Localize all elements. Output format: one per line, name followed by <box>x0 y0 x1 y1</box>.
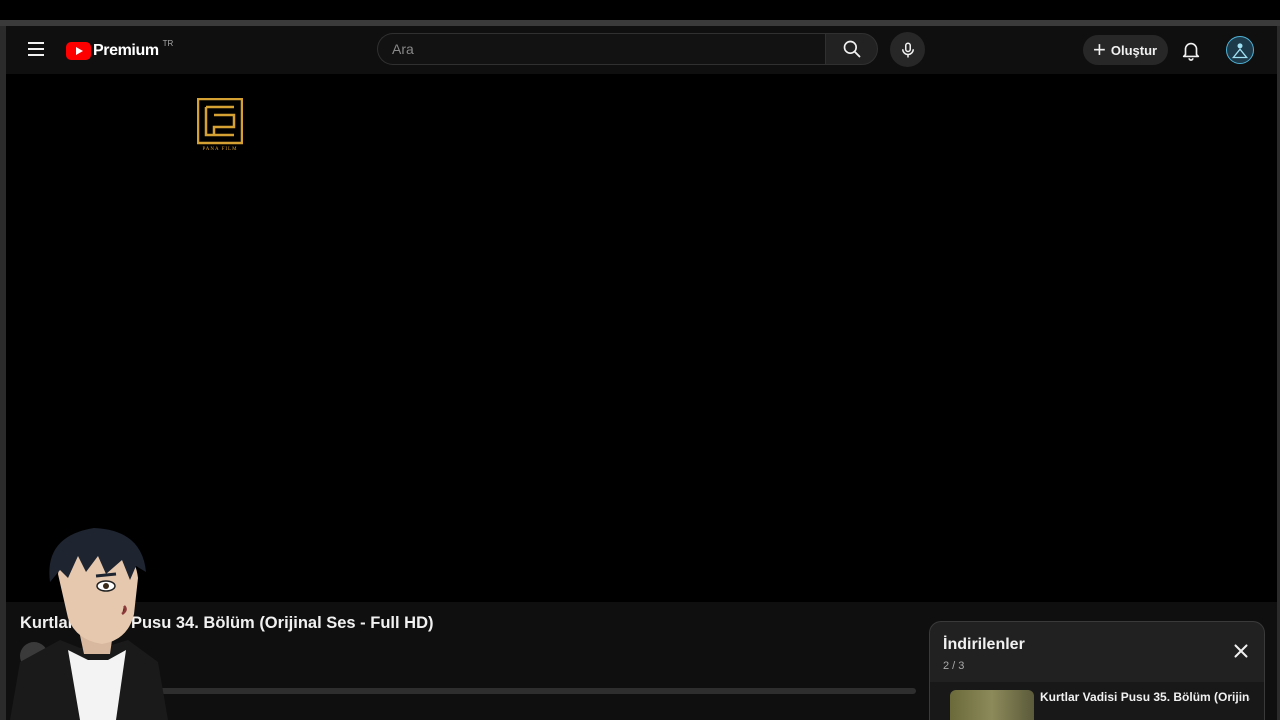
notifications-button[interactable] <box>1180 39 1202 61</box>
pana-film-logo: PANA FILM <box>197 98 243 152</box>
playlist-title[interactable]: İndirilenler <box>943 636 1025 654</box>
close-icon <box>1234 644 1248 658</box>
masthead: Premium TR + Oluştur <box>6 26 1277 74</box>
search-box <box>377 33 825 65</box>
avatar-icon <box>1231 43 1249 59</box>
voice-search-button[interactable] <box>890 32 925 67</box>
vtuber-character-overlay <box>10 528 168 720</box>
search-button[interactable] <box>825 33 878 65</box>
bell-icon <box>1182 42 1200 61</box>
close-playlist-button[interactable] <box>1230 640 1252 662</box>
playlist-item-title: Kurtlar Vadisi Pusu 35. Bölüm (Orijinal <box>1040 690 1250 704</box>
plus-icon: + <box>1093 37 1106 62</box>
playlist-item-thumbnail <box>950 690 1034 720</box>
playlist-position: 2 / 3 <box>943 660 965 672</box>
logo-text: Premium <box>93 42 159 59</box>
video-player[interactable]: PANA FILM <box>6 74 1277 602</box>
channel-logo-text: PANA FILM <box>202 147 237 152</box>
youtube-premium-logo[interactable]: Premium TR <box>66 38 174 62</box>
country-code: TR <box>162 38 174 48</box>
playlist-item[interactable]: Kurtlar Vadisi Pusu 35. Bölüm (Orijinal <box>930 682 1264 720</box>
create-button[interactable]: + Oluştur <box>1083 35 1168 65</box>
create-label: Oluştur <box>1110 42 1158 58</box>
search-icon <box>843 40 860 58</box>
account-avatar[interactable] <box>1226 36 1254 64</box>
playlist-panel: İndirilenler 2 / 3 Kurtlar Vadisi Pusu 3… <box>929 621 1265 720</box>
youtube-play-icon <box>66 42 91 60</box>
mic-icon <box>901 42 914 57</box>
menu-icon[interactable] <box>24 38 48 62</box>
search-input[interactable] <box>390 40 794 58</box>
scroll-divider <box>156 688 916 694</box>
screen-top-bar <box>0 0 1280 20</box>
